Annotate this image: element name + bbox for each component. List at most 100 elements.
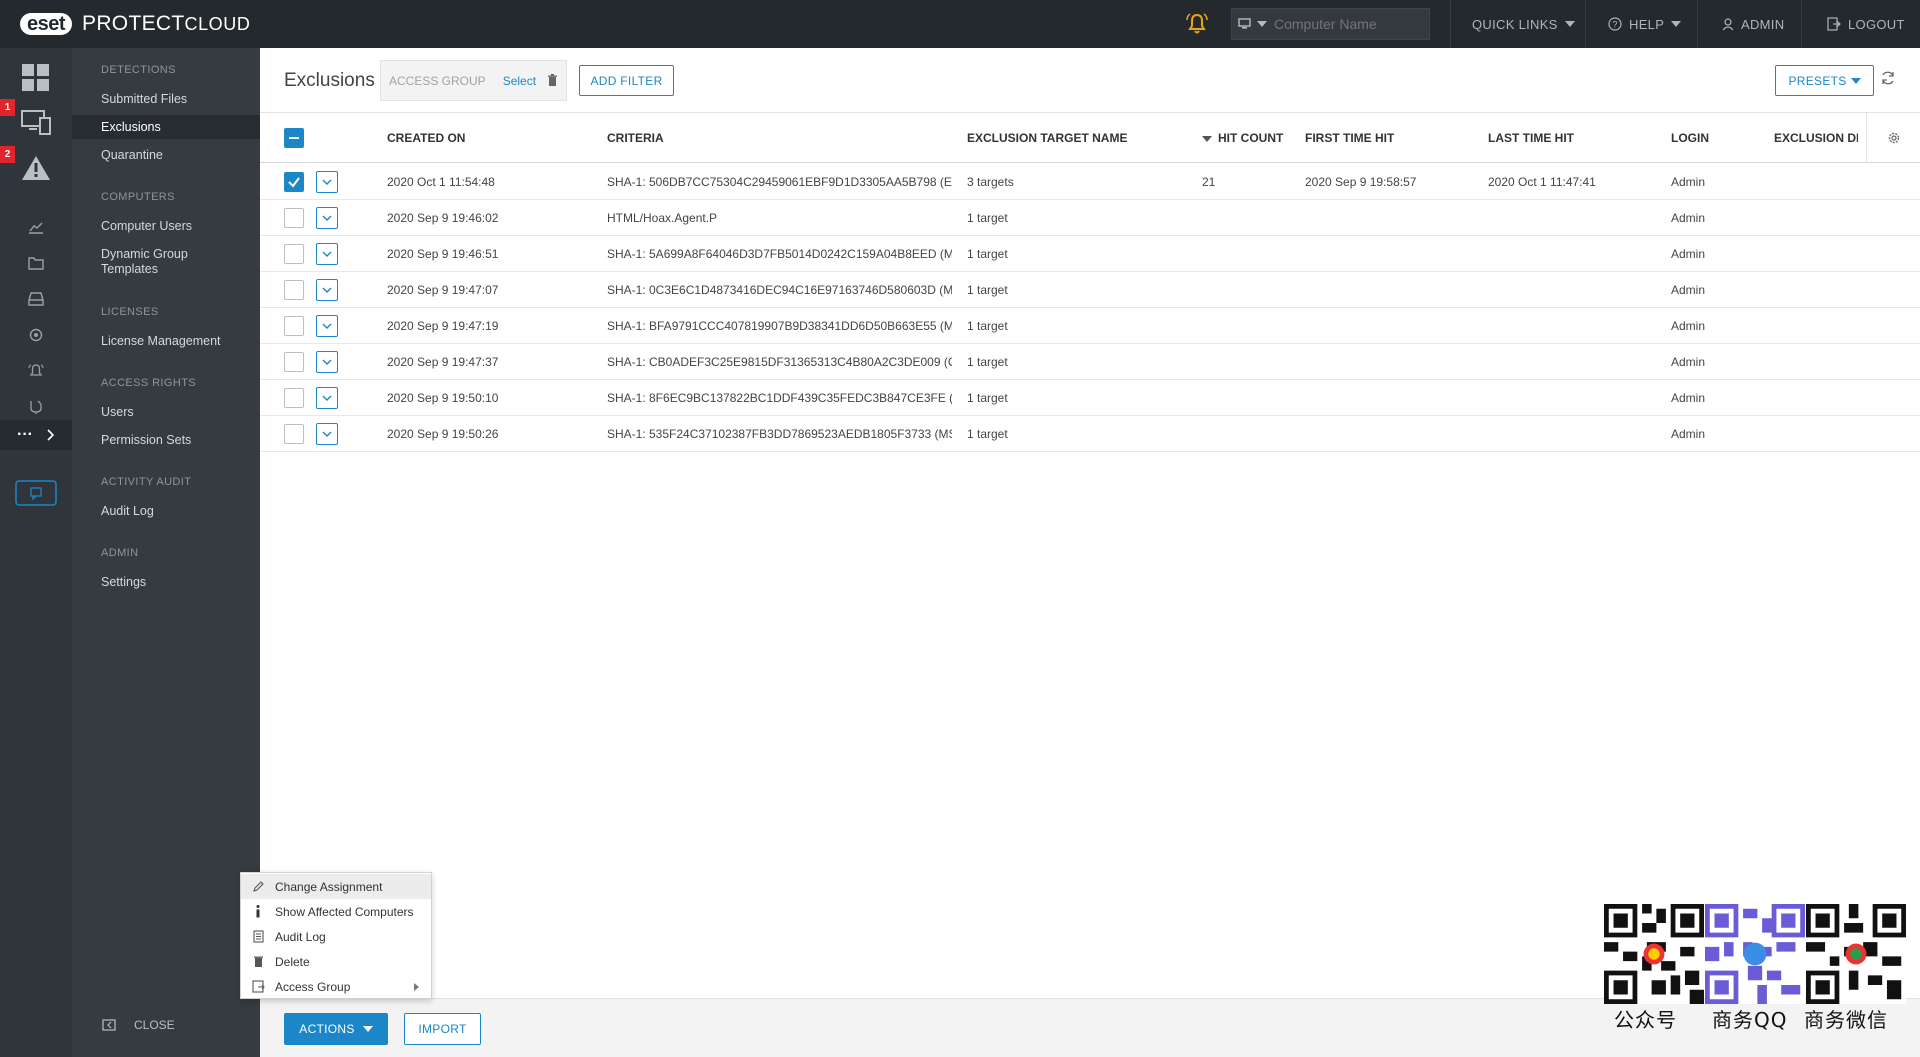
- nav-quarantine[interactable]: Quarantine: [101, 148, 163, 163]
- table-row[interactable]: 2020 Sep 9 19:47:07 SHA-1: 0C3E6C1D487341…: [260, 272, 1920, 308]
- access-group-select[interactable]: Select: [503, 74, 536, 88]
- row-checkbox[interactable]: [284, 424, 304, 444]
- actions-button[interactable]: ACTIONS: [284, 1013, 388, 1045]
- nav-audit-log[interactable]: Audit Log: [101, 504, 154, 519]
- col-last-time-hit[interactable]: LAST TIME HIT: [1488, 131, 1574, 145]
- chevron-down-icon: [322, 323, 332, 329]
- section-activity-audit: ACTIVITY AUDIT: [101, 476, 192, 488]
- row-checkbox[interactable]: [284, 352, 304, 372]
- table-row[interactable]: 2020 Oct 1 11:54:48 SHA-1: 506DB7CC75304C…: [260, 164, 1920, 200]
- submenu-arrow-icon: [414, 983, 419, 991]
- row-expand-button[interactable]: [316, 171, 338, 193]
- help-menu[interactable]: ? HELP: [1585, 0, 1697, 48]
- col-target-name[interactable]: EXCLUSION TARGET NAME: [967, 131, 1127, 145]
- cell-criteria: SHA-1: CB0ADEF3C25E9815DF31365313C4B80A2…: [607, 355, 952, 369]
- row-checkbox[interactable]: [284, 208, 304, 228]
- section-access-rights: ACCESS RIGHTS: [101, 377, 197, 389]
- logo[interactable]: eset PROTECTCLOUD: [20, 0, 250, 48]
- add-filter-button[interactable]: ADD FILTER: [579, 65, 674, 96]
- chevron-down-icon: [1671, 21, 1682, 27]
- reports-icon[interactable]: [0, 213, 72, 241]
- device-selector-icon[interactable]: [1232, 18, 1272, 30]
- row-expand-button[interactable]: [316, 243, 338, 265]
- table-row[interactable]: 2020 Sep 9 19:46:02 HTML/Hoax.Agent.P 1 ta…: [260, 200, 1920, 236]
- access-group-icon: [241, 980, 275, 993]
- nav-submitted-files[interactable]: Submitted Files: [101, 92, 187, 107]
- table-row[interactable]: 2020 Sep 9 19:50:10 SHA-1: 8F6EC9BC137822…: [260, 380, 1920, 416]
- icon-rail: 1 2 ···: [0, 48, 72, 1057]
- feedback-icon[interactable]: [0, 478, 72, 508]
- row-checkbox[interactable]: [284, 244, 304, 264]
- nav-license-management[interactable]: License Management: [101, 334, 221, 349]
- row-expand-button[interactable]: [316, 279, 338, 301]
- chevron-down-icon: [322, 359, 332, 365]
- section-computers: COMPUTERS: [101, 191, 175, 203]
- actions-context-menu: Change Assignment Show Affected Computer…: [240, 872, 432, 999]
- row-checkbox[interactable]: [284, 172, 304, 192]
- menu-audit-log[interactable]: Audit Log: [241, 924, 431, 949]
- col-created-on[interactable]: CREATED ON: [387, 131, 465, 145]
- cell-criteria: SHA-1: 5A699A8F64046D3D7FB5014D0242C159A…: [607, 247, 952, 261]
- dashboard-icon[interactable]: [0, 58, 72, 98]
- notification-bell-icon[interactable]: [1184, 11, 1210, 37]
- cell-first-time-hit: 2020 Sep 9 19:58:57: [1305, 175, 1417, 189]
- row-checkbox[interactable]: [284, 316, 304, 336]
- status-overview-icon[interactable]: [0, 393, 72, 421]
- notifications-icon[interactable]: [0, 357, 72, 385]
- col-exclusion-description[interactable]: EXCLUSION DE: [1774, 131, 1858, 145]
- nav-exclusions[interactable]: Exclusions: [72, 115, 260, 139]
- nav-computer-users[interactable]: Computer Users: [101, 219, 192, 234]
- menu-access-group[interactable]: Access Group: [241, 974, 431, 999]
- column-settings[interactable]: [1866, 113, 1920, 163]
- nav-users[interactable]: Users: [101, 405, 134, 420]
- trash-icon[interactable]: [547, 74, 558, 87]
- qq-qr-code-image: [1705, 904, 1805, 1004]
- more-menu[interactable]: ···: [0, 420, 72, 450]
- row-expand-button[interactable]: [316, 351, 338, 373]
- presets-button[interactable]: PRESETS: [1775, 65, 1874, 96]
- row-expand-button[interactable]: [316, 387, 338, 409]
- nav-dynamic-group-templates[interactable]: Dynamic Group Templates: [101, 247, 188, 277]
- row-checkbox[interactable]: [284, 280, 304, 300]
- table-row[interactable]: 2020 Sep 9 19:50:26 SHA-1: 535F24C3710238…: [260, 416, 1920, 452]
- chevron-right-icon: [47, 429, 55, 441]
- logout-button[interactable]: LOGOUT: [1801, 0, 1920, 48]
- search-input[interactable]: [1272, 15, 1422, 33]
- col-criteria[interactable]: CRITERIA: [607, 131, 664, 145]
- col-first-time-hit[interactable]: FIRST TIME HIT: [1305, 131, 1394, 145]
- quick-links-menu[interactable]: QUICK LINKS: [1450, 0, 1585, 48]
- nav-settings[interactable]: Settings: [101, 575, 146, 590]
- row-expand-button[interactable]: [316, 423, 338, 445]
- section-admin: ADMIN: [101, 547, 139, 559]
- policies-icon[interactable]: [0, 321, 72, 349]
- tasks-icon[interactable]: [0, 249, 72, 277]
- qr-watermark: 公众号 商务QQ 商务微信: [1604, 904, 1906, 1032]
- table-row[interactable]: 2020 Sep 9 19:46:51 SHA-1: 5A699A8F64046D…: [260, 236, 1920, 272]
- cell-target-name: 1 target: [967, 247, 1008, 261]
- refresh-icon[interactable]: [1880, 70, 1896, 86]
- menu-delete[interactable]: Delete: [241, 949, 431, 974]
- menu-show-affected-computers[interactable]: Show Affected Computers: [241, 899, 431, 924]
- section-detections: DETECTIONS: [101, 64, 176, 76]
- quick-links-label: QUICK LINKS: [1472, 16, 1558, 32]
- col-login[interactable]: LOGIN: [1671, 131, 1709, 145]
- nav-permission-sets[interactable]: Permission Sets: [101, 433, 191, 448]
- watermark-label-1: 公众号: [1614, 1008, 1677, 1032]
- table-row[interactable]: 2020 Sep 9 19:47:37 SHA-1: CB0ADEF3C25E98…: [260, 344, 1920, 380]
- cell-login: Admin: [1671, 319, 1706, 333]
- admin-menu[interactable]: ADMIN: [1697, 0, 1801, 48]
- chevron-down-icon: [1564, 21, 1575, 27]
- row-checkbox[interactable]: [284, 388, 304, 408]
- cell-target-name: 1 target: [967, 283, 1008, 297]
- installers-icon[interactable]: [0, 285, 72, 313]
- detections-badge: 2: [0, 146, 15, 163]
- col-hit-count[interactable]: HIT COUNT: [1202, 131, 1290, 145]
- select-all-checkbox[interactable]: [284, 128, 304, 148]
- computer-search[interactable]: [1231, 8, 1430, 40]
- menu-change-assignment[interactable]: Change Assignment: [241, 874, 431, 899]
- row-expand-button[interactable]: [316, 315, 338, 337]
- import-button[interactable]: IMPORT: [404, 1013, 481, 1045]
- close-nav-button[interactable]: CLOSE: [102, 1018, 175, 1032]
- table-row[interactable]: 2020 Sep 9 19:47:19 SHA-1: BFA9791CCC4078…: [260, 308, 1920, 344]
- row-expand-button[interactable]: [316, 207, 338, 229]
